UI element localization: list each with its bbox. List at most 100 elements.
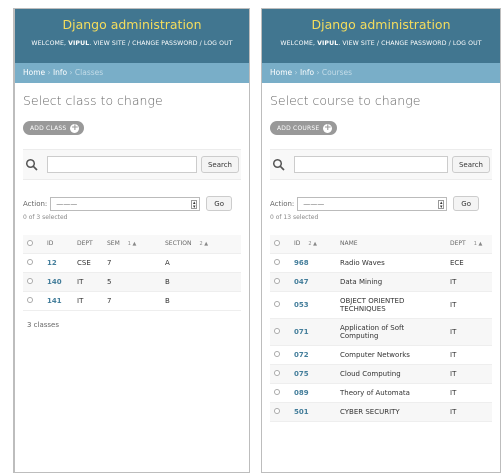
row-checkbox[interactable]	[27, 277, 33, 284]
id-link[interactable]: 053	[294, 301, 309, 309]
breadcrumb-info[interactable]: Info	[300, 68, 314, 77]
site-brand[interactable]: Django administration	[262, 17, 500, 32]
dept-cell: IT	[73, 272, 103, 292]
search-toolbar: Search	[270, 149, 492, 180]
column-id-label: ID	[294, 240, 301, 248]
site-brand[interactable]: Django administration	[15, 17, 249, 32]
dept-cell: IT	[446, 318, 492, 346]
actions-bar: Action: ——— ▴ ▾ Go	[23, 196, 241, 211]
id-link[interactable]: 12	[47, 259, 57, 267]
selected-count: 0 of 3 selected	[23, 214, 68, 221]
breadcrumb-home[interactable]: Home	[23, 68, 45, 77]
column-dept[interactable]: DEPT	[73, 235, 103, 254]
row-checkbox-cell	[270, 364, 290, 384]
dept-cell: ECE	[446, 253, 492, 273]
row-checkbox-cell	[23, 253, 43, 273]
row-checkbox-cell	[23, 291, 43, 311]
row-checkbox[interactable]	[274, 277, 280, 284]
sem-cell: 5	[103, 272, 161, 292]
id-link[interactable]: 140	[47, 278, 62, 286]
search-button[interactable]: Search	[451, 156, 490, 173]
select-arrows-icon: ▴ ▾	[191, 199, 198, 210]
search-button[interactable]: Search	[200, 156, 239, 173]
id-link[interactable]: 047	[294, 278, 309, 286]
site-header: Django administration WELCOME, VIPUL. VI…	[262, 9, 500, 63]
column-sem-label: SEM	[107, 240, 120, 248]
table-header-row: ID DEPT SEM 1 ▲ SECTION 2 ▲	[23, 235, 241, 254]
sort-indicator[interactable]: 1 ▲	[474, 241, 483, 247]
result-table: ID 2 ▲ NAME DEPT 1 ▲ 968 Radio Waves ECE 0…	[270, 235, 492, 422]
row-checkbox[interactable]	[274, 300, 280, 307]
table-row: 071 Application of Soft Computing IT	[270, 318, 492, 346]
go-button[interactable]: Go	[453, 196, 479, 211]
row-checkbox[interactable]	[274, 407, 280, 414]
select-all-checkbox[interactable]	[27, 239, 33, 246]
id-link[interactable]: 501	[294, 408, 309, 416]
row-checkbox[interactable]	[274, 369, 280, 376]
breadcrumb-info[interactable]: Info	[53, 68, 67, 77]
welcome-text: WELCOME,	[280, 40, 316, 47]
column-sem[interactable]: SEM 1 ▲	[103, 235, 161, 254]
breadcrumb-current: Courses	[321, 68, 353, 77]
column-dept[interactable]: DEPT 1 ▲	[446, 235, 492, 254]
row-checkbox[interactable]	[274, 350, 280, 357]
site-header: Django administration WELCOME, VIPUL. VI…	[15, 9, 249, 63]
action-select-value: ———	[303, 199, 325, 208]
id-link[interactable]: 089	[294, 389, 309, 397]
go-button[interactable]: Go	[206, 196, 232, 211]
search-input[interactable]	[294, 156, 448, 173]
column-id[interactable]: ID	[43, 235, 73, 254]
id-link[interactable]: 968	[294, 259, 309, 267]
breadcrumb: Home › Info › Courses	[262, 63, 500, 83]
column-section-label: SECTION	[165, 240, 192, 248]
row-checkbox-cell	[23, 272, 43, 292]
dept-cell: IT	[446, 345, 492, 365]
id-link[interactable]: 075	[294, 370, 309, 378]
user-links[interactable]: . VIEW SITE / CHANGE PASSWORD / LOG OUT	[338, 40, 481, 47]
row-checkbox[interactable]	[27, 296, 33, 303]
name-cell: Cloud Computing	[336, 364, 446, 384]
welcome-text: WELCOME,	[31, 40, 67, 47]
table-row: 047 Data Mining IT	[270, 272, 492, 292]
row-checkbox[interactable]	[274, 258, 280, 265]
row-checkbox-cell	[270, 253, 290, 273]
name-cell: Application of Soft Computing	[336, 318, 446, 346]
row-checkbox[interactable]	[27, 258, 33, 265]
add-class-button[interactable]: ADD CLASS +	[23, 121, 85, 135]
column-id[interactable]: ID 2 ▲	[290, 235, 336, 254]
row-checkbox[interactable]	[274, 388, 280, 395]
paginator: 3 classes	[27, 320, 60, 329]
row-checkbox-cell	[270, 402, 290, 422]
search-input[interactable]	[47, 156, 197, 173]
column-name[interactable]: NAME	[336, 235, 446, 254]
breadcrumb: Home › Info › Classes	[15, 63, 249, 83]
add-course-label: ADD COURSE	[277, 124, 320, 132]
classes-admin-window: Django administration WELCOME, VIPUL. VI…	[13, 8, 250, 473]
id-link[interactable]: 071	[294, 328, 309, 336]
row-checkbox-cell	[270, 291, 290, 319]
dept-cell: IT	[446, 272, 492, 292]
column-section[interactable]: SECTION 2 ▲	[161, 235, 241, 254]
action-select[interactable]: ——— ▴ ▾	[297, 196, 448, 211]
add-course-button[interactable]: ADD COURSE +	[270, 121, 338, 135]
user-links[interactable]: . VIEW SITE / CHANGE PASSWORD / LOG OUT	[89, 40, 232, 47]
table-row: 141 IT 7 B	[23, 291, 241, 311]
username: VIPUL	[68, 40, 90, 47]
id-link[interactable]: 072	[294, 351, 309, 359]
content: Select class to change ADD CLASS + Searc…	[15, 83, 249, 347]
select-all-checkbox-cell	[270, 235, 290, 254]
sort-indicator[interactable]: 1 ▲	[128, 241, 137, 247]
breadcrumb-home[interactable]: Home	[270, 68, 292, 77]
sort-indicator[interactable]: 2 ▲	[199, 241, 208, 247]
row-checkbox-cell	[270, 272, 290, 292]
sort-indicator[interactable]: 2 ▲	[308, 241, 317, 247]
name-cell: Radio Waves	[336, 253, 446, 273]
id-link[interactable]: 141	[47, 297, 62, 305]
section-cell: B	[161, 291, 241, 311]
selected-count: 0 of 13 selected	[270, 214, 319, 221]
row-checkbox[interactable]	[274, 327, 280, 334]
actions-bar: Action: ——— ▴ ▾ Go	[270, 196, 492, 211]
action-select[interactable]: ——— ▴ ▾	[50, 196, 201, 211]
select-all-checkbox[interactable]	[274, 239, 280, 246]
table-row: 075 Cloud Computing IT	[270, 364, 492, 384]
